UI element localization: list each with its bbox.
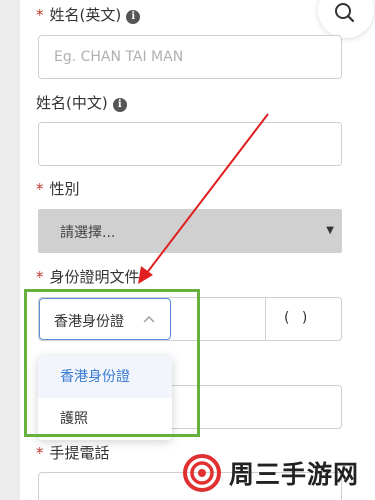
annotation-arrow <box>138 113 269 284</box>
